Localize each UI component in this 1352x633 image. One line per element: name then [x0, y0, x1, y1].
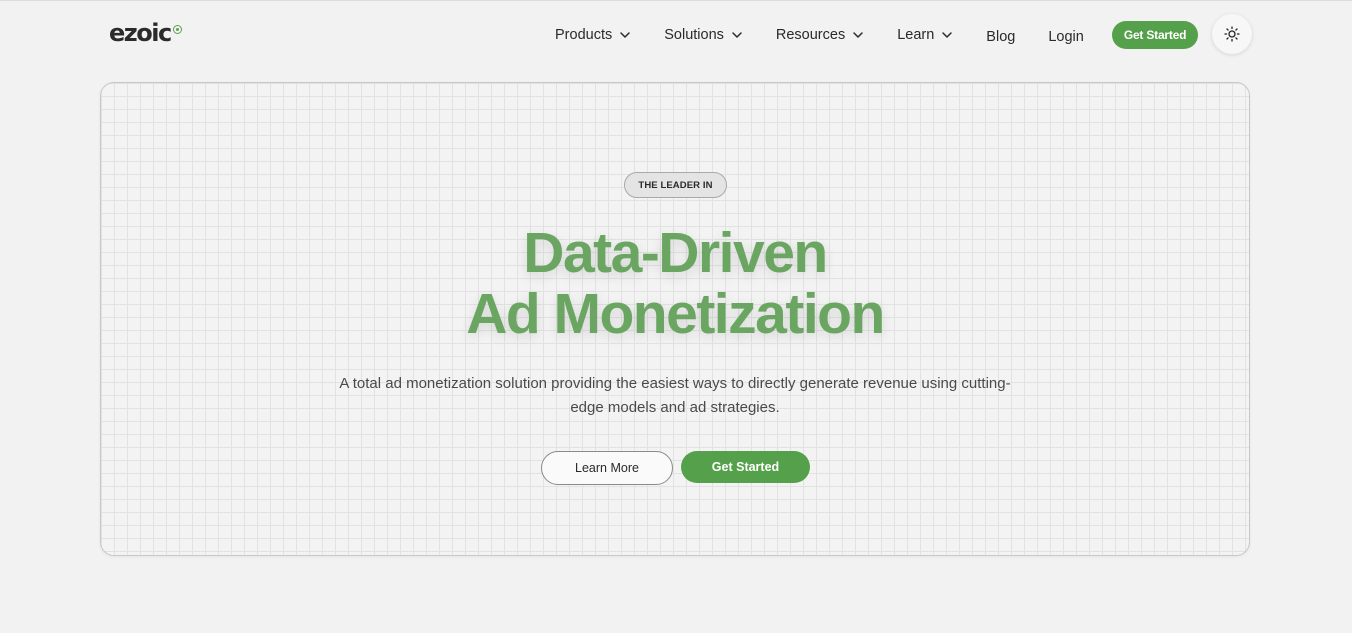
nav-products[interactable]: Products — [555, 27, 631, 43]
nav-solutions[interactable]: Solutions — [664, 27, 743, 43]
nav-login[interactable]: Login — [1048, 29, 1083, 45]
logo-wordmark: ezoic — [109, 19, 172, 47]
nav-resources-label: Resources — [775, 27, 846, 43]
hero-badge: THE LEADER IN — [624, 172, 727, 198]
chevron-down-icon — [853, 32, 863, 38]
nav-blog[interactable]: Blog — [986, 29, 1015, 45]
learn-more-button[interactable]: Learn More — [541, 451, 673, 485]
header-get-started-button[interactable]: Get Started — [1111, 21, 1199, 49]
chevron-down-icon — [732, 32, 742, 38]
nav-learn-label: Learn — [897, 27, 935, 43]
hero-card: THE LEADER IN Data-Driven Ad Monetizatio… — [100, 82, 1250, 556]
registered-mark-icon — [172, 25, 182, 34]
nav-resources[interactable]: Resources — [776, 27, 864, 43]
nav-solutions-label: Solutions — [664, 27, 724, 43]
theme-toggle-button[interactable] — [1212, 14, 1252, 54]
nav-products-label: Products — [555, 27, 613, 43]
hero-description: A total ad monetization solution providi… — [339, 375, 1011, 416]
nav-learn[interactable]: Learn — [897, 27, 953, 43]
sun-icon — [1224, 26, 1240, 42]
chevron-down-icon — [620, 32, 630, 38]
chevron-down-icon — [942, 32, 953, 38]
hero-cta-row: Learn More Get Started — [541, 451, 810, 485]
hero-get-started-button[interactable]: Get Started — [681, 451, 810, 483]
main-nav: Products Solutions Resources Learn Blog … — [555, 21, 1226, 49]
hero-headline: Data-Driven Ad Monetization — [101, 223, 1249, 345]
headline-line-1: Data-Driven — [523, 221, 828, 285]
headline-line-2: Ad Monetization — [466, 282, 885, 346]
ezoic-logo[interactable]: ezoic — [109, 20, 182, 46]
site-header: ezoic Products Solutions Resources Learn… — [0, 0, 1352, 70]
